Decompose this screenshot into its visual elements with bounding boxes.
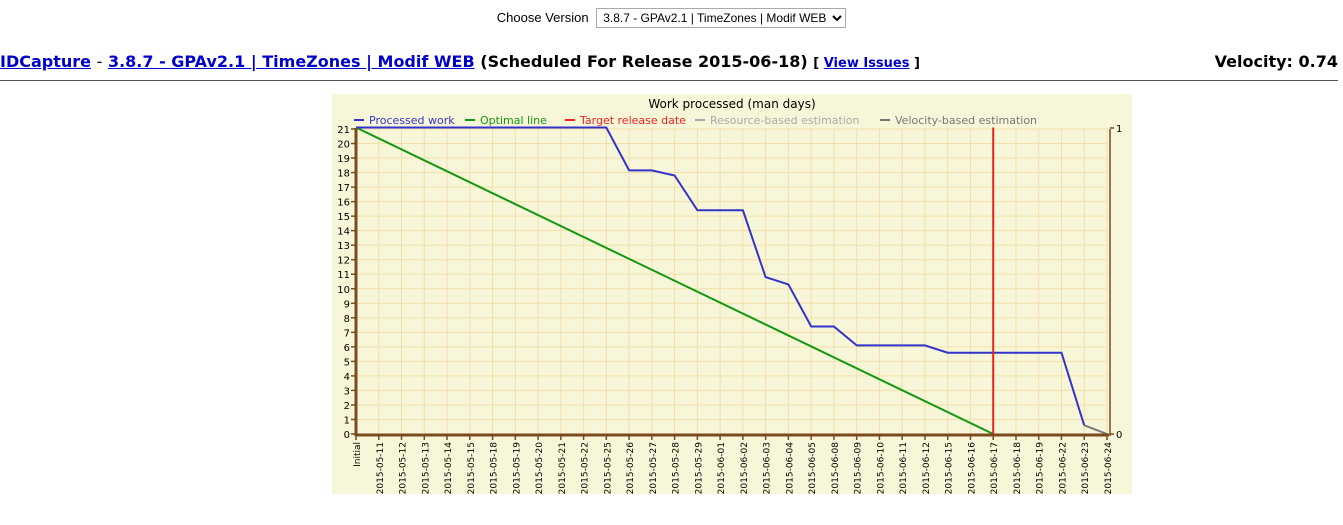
x-tick-label: 2015-05-11 <box>376 442 386 494</box>
x-tick-label: 2015-06-22 <box>1058 442 1068 494</box>
y-tick-label: 16 <box>337 198 350 209</box>
series-layer <box>355 126 1108 435</box>
y-tick-label: 21 <box>337 125 350 136</box>
x-tick-label: 2015-05-25 <box>603 442 613 494</box>
x-tick-label: 2015-06-19 <box>1036 442 1046 494</box>
chart-title: Work processed (man days) <box>648 97 815 111</box>
y-tick-label: 10 <box>337 285 350 296</box>
legend-label-1: Optimal line <box>480 114 547 127</box>
y-tick-label: 20 <box>337 140 350 151</box>
x-tick-label: 2015-06-18 <box>1013 442 1023 494</box>
y-tick-label: 8 <box>344 314 350 325</box>
y-tick-label: 14 <box>337 227 350 238</box>
burndown-chart: Work processed (man days) Processed work… <box>332 94 1132 494</box>
x-tick-label: 2015-06-17 <box>990 442 1000 494</box>
scheduled-release-text: (Scheduled For Release 2015-06-18) <box>480 52 808 71</box>
y-tick-label: 3 <box>344 386 350 397</box>
legend-label-0: Processed work <box>369 114 455 127</box>
velocity-value: Velocity: 0.74 <box>1214 52 1338 71</box>
header-separator: - <box>96 52 103 71</box>
x-tick-label: 2015-06-08 <box>831 442 841 494</box>
version-select[interactable]: 3.8.7 - GPAv2.1 | TimeZones | Modif WEB <box>596 8 847 28</box>
y-tick-label: 19 <box>337 154 350 165</box>
y-tick-label: 9 <box>344 299 350 310</box>
x-tick-label: 2015-06-15 <box>945 442 955 494</box>
x-tick-label: 2015-05-27 <box>649 442 659 494</box>
project-link[interactable]: IDCapture <box>0 52 91 71</box>
x-tick-label: 2015-06-10 <box>876 442 886 494</box>
x-tick-label: 2015-05-21 <box>558 442 568 494</box>
x-tick-label: 2015-05-12 <box>399 442 409 494</box>
y-tick-label: 12 <box>337 256 350 267</box>
legend-label-4: Velocity-based estimation <box>895 114 1037 127</box>
chart-svg: Work processed (man days) Processed work… <box>337 97 1122 494</box>
y-tick-label: 4 <box>344 372 350 383</box>
y-tick-label: 2 <box>344 401 350 412</box>
y-tick-label: 5 <box>344 357 350 368</box>
view-issues-link[interactable]: View Issues <box>824 56 910 71</box>
x-tick-label: 2015-06-01 <box>717 442 727 494</box>
y-tick-label: 6 <box>344 343 350 354</box>
x-tick-label: 2015-06-16 <box>967 442 977 494</box>
chart-grid <box>355 128 1108 435</box>
legend-label-2: Target release date <box>579 114 686 127</box>
x-tick-label: Initial <box>353 442 363 467</box>
x-tick-label: 2015-05-20 <box>535 442 545 494</box>
bracket-open: [ <box>813 56 820 71</box>
release-header: IDCapture - 3.8.7 - GPAv2.1 | TimeZones … <box>0 52 1338 76</box>
x-tick-label: 2015-05-15 <box>467 442 477 494</box>
version-link[interactable]: 3.8.7 - GPAv2.1 | TimeZones | Modif WEB <box>108 52 475 71</box>
y-tick-label: 7 <box>344 328 350 339</box>
x-tick-label: 2015-05-19 <box>512 442 522 494</box>
x-tick-label: 2015-05-14 <box>444 442 454 494</box>
x-tick-label: 2015-06-11 <box>899 442 909 494</box>
header-divider <box>0 80 1338 81</box>
x-tick-label: 2015-05-13 <box>421 442 431 494</box>
x-tick-label: 2015-05-28 <box>672 442 682 494</box>
x-tick-label: 2015-05-22 <box>581 442 591 494</box>
version-bar: Choose Version 3.8.7 - GPAv2.1 | TimeZon… <box>0 8 1343 28</box>
y-tick-label: 0 <box>344 430 350 441</box>
x-tick-label: 2015-06-05 <box>808 442 818 494</box>
x-tick-label: 2015-05-26 <box>626 442 636 494</box>
y-tick-label: 13 <box>337 241 350 252</box>
chart-axes: 012345678910111213141516171819202101Init… <box>337 124 1122 494</box>
choose-version-label: Choose Version <box>496 10 589 25</box>
x-tick-label: 2015-06-04 <box>785 442 795 494</box>
x-tick-label: 2015-05-18 <box>490 442 500 494</box>
bracket-close: ] <box>914 56 920 71</box>
x-tick-label: 2015-06-24 <box>1104 442 1114 494</box>
y-tick-label: 11 <box>337 270 350 281</box>
y2-tick-label: 0 <box>1116 430 1122 441</box>
y-tick-label: 18 <box>337 169 350 180</box>
x-tick-label: 2015-06-03 <box>763 442 773 494</box>
series-line-velocity-based-estimation <box>1083 424 1108 435</box>
x-tick-label: 2015-06-02 <box>740 442 750 494</box>
view-issues-group: [ View Issues ] <box>813 56 920 71</box>
x-tick-label: 2015-06-23 <box>1081 442 1091 494</box>
x-tick-label: 2015-05-29 <box>694 442 704 494</box>
y-tick-label: 17 <box>337 183 350 194</box>
legend-label-3: Resource-based estimation <box>710 114 860 127</box>
y-tick-label: 15 <box>337 212 350 223</box>
y2-tick-label: 1 <box>1116 124 1122 135</box>
chart-legend: Processed work Optimal line Target release… <box>354 114 1037 127</box>
y-tick-label: 1 <box>344 415 350 426</box>
x-tick-label: 2015-06-12 <box>922 442 932 494</box>
x-tick-label: 2015-06-09 <box>854 442 864 494</box>
